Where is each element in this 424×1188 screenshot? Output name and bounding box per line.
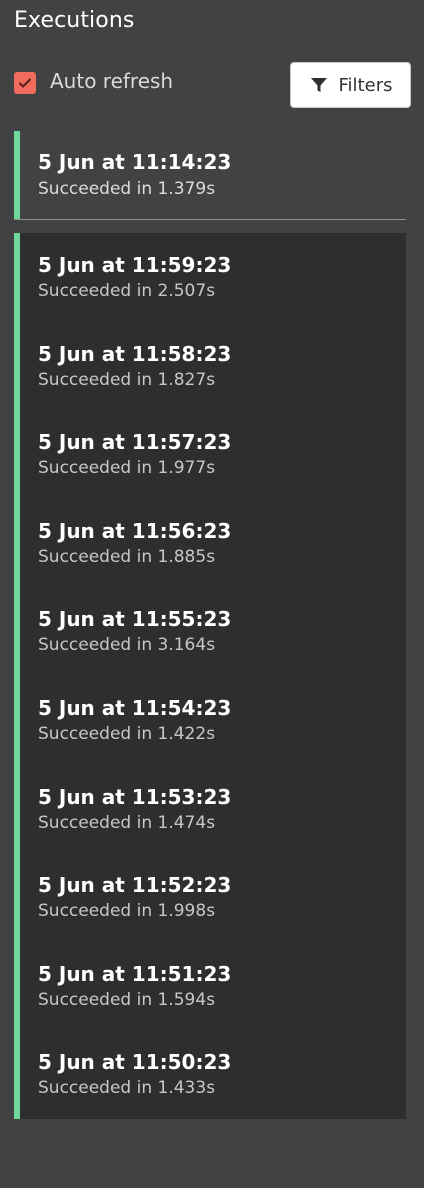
execution-row[interactable]: 5 Jun at 11:51:23 Succeeded in 1.594s [14, 942, 406, 1031]
execution-time: 5 Jun at 11:59:23 [38, 253, 232, 277]
execution-time: 5 Jun at 11:58:23 [38, 341, 232, 366]
filters-button[interactable]: Filters [290, 62, 411, 108]
execution-status: Succeeded in 1.474s [38, 812, 216, 833]
execution-time: 5 Jun at 11:14:23 [38, 150, 232, 174]
execution-status: Succeeded in 1.594s [38, 989, 216, 1010]
execution-list[interactable]: 5 Jun at 11:59:23 Succeeded in 2.507s 5 … [14, 233, 406, 1119]
execution-time: 5 Jun at 11:52:23 [38, 873, 232, 898]
execution-time: 5 Jun at 11:55:23 [38, 607, 232, 632]
execution-row[interactable]: 5 Jun at 11:57:23 Succeeded in 1.977s [14, 410, 406, 499]
execution-status: Succeeded in 1.379s [38, 179, 216, 199]
auto-refresh-checkbox[interactable] [14, 72, 36, 94]
execution-status: Succeeded in 1.827s [38, 369, 216, 390]
execution-status: Succeeded in 1.885s [38, 546, 216, 567]
pinned-execution[interactable]: 5 Jun at 11:14:23 Succeeded in 1.379s [14, 131, 406, 220]
execution-row[interactable]: 5 Jun at 11:50:23 Succeeded in 1.433s [14, 1030, 406, 1119]
execution-time: 5 Jun at 11:56:23 [38, 518, 232, 543]
execution-status: Succeeded in 1.977s [38, 458, 216, 479]
execution-time: 5 Jun at 11:53:23 [38, 784, 232, 809]
execution-status: Succeeded in 2.507s [38, 281, 216, 301]
execution-time: 5 Jun at 11:50:23 [38, 1050, 232, 1075]
filters-button-label: Filters [338, 74, 393, 96]
page-title: Executions [14, 8, 135, 33]
execution-time: 5 Jun at 11:54:23 [38, 696, 232, 720]
execution-time: 5 Jun at 11:51:23 [38, 961, 232, 986]
execution-row[interactable]: 5 Jun at 11:54:23 Succeeded in 1.422s [14, 676, 406, 765]
execution-status: Succeeded in 3.164s [38, 635, 216, 656]
execution-status: Succeeded in 1.998s [38, 901, 216, 922]
filter-icon [310, 78, 327, 92]
execution-row[interactable]: 5 Jun at 11:53:23 Succeeded in 1.474s [14, 765, 406, 854]
execution-status: Succeeded in 1.422s [38, 724, 216, 744]
success-status-bar [14, 131, 20, 219]
execution-row[interactable]: 5 Jun at 11:59:23 Succeeded in 2.507s [14, 233, 406, 322]
execution-time: 5 Jun at 11:57:23 [38, 430, 232, 455]
execution-row[interactable]: 5 Jun at 11:56:23 Succeeded in 1.885s [14, 499, 406, 588]
auto-refresh-label: Auto refresh [50, 69, 174, 93]
execution-row[interactable]: 5 Jun at 11:58:23 Succeeded in 1.827s [14, 322, 406, 411]
auto-refresh-control[interactable]: Auto refresh [14, 69, 174, 94]
check-icon [19, 78, 31, 88]
execution-status: Succeeded in 1.433s [38, 1078, 216, 1099]
execution-row[interactable]: 5 Jun at 11:55:23 Succeeded in 3.164s [14, 587, 406, 676]
execution-row[interactable]: 5 Jun at 11:52:23 Succeeded in 1.998s [14, 853, 406, 942]
